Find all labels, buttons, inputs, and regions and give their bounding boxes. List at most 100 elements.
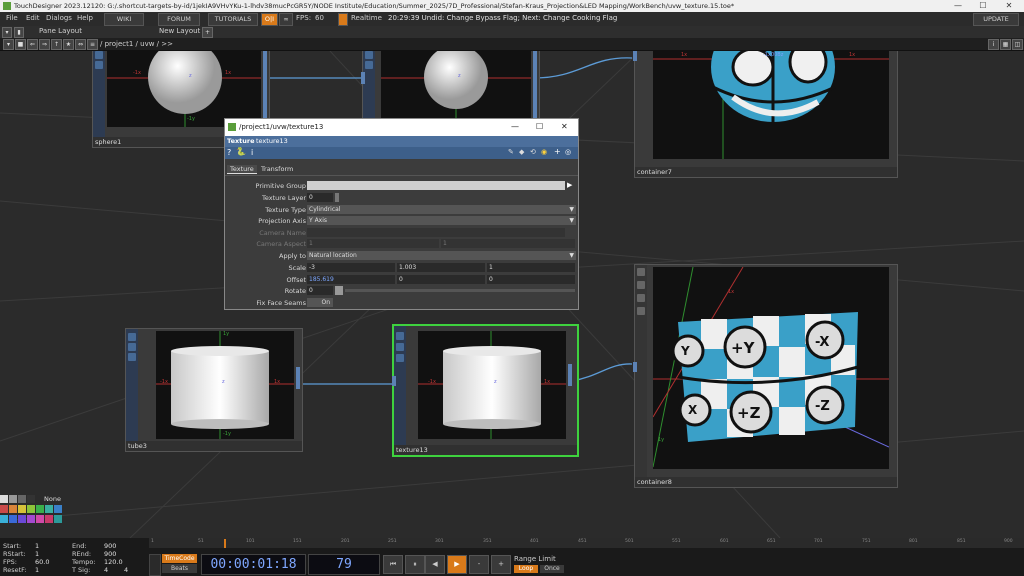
rend-value[interactable]: 900: [104, 550, 116, 558]
node-name[interactable]: container8: [637, 478, 672, 486]
reset-icon[interactable]: ⟲: [530, 148, 536, 156]
step-forward-button[interactable]: +: [491, 555, 511, 574]
output-connector[interactable]: [568, 364, 572, 386]
pane-menu-icon[interactable]: ▾: [2, 27, 12, 38]
viewer-toggle-icon[interactable]: [396, 332, 404, 340]
timeline-options-icon[interactable]: [149, 554, 161, 576]
pin-icon[interactable]: [128, 343, 136, 351]
forum-button[interactable]: FORUM: [158, 13, 200, 26]
playhead[interactable]: [224, 539, 226, 548]
split-icon[interactable]: ▮: [14, 27, 24, 38]
camera-aspect-x-field[interactable]: 1: [307, 239, 439, 248]
pane-layout-label[interactable]: Pane Layout: [39, 27, 82, 35]
scale-y-field[interactable]: 1.003: [397, 263, 485, 272]
dialog-maximize-button[interactable]: ☐: [536, 122, 543, 131]
dialog-minimize-button[interactable]: —: [511, 122, 519, 131]
info-icon[interactable]: i: [988, 39, 999, 50]
color-swatch[interactable]: [36, 505, 44, 513]
container8-viewer[interactable]: Y +Y -X X +Z -Z 1x 1y: [652, 266, 890, 469]
tube3-node[interactable]: -1x 1x z 1y -1y tube3: [125, 328, 303, 452]
maximize-button[interactable]: ☐: [972, 0, 994, 12]
tab-texture[interactable]: Texture: [227, 165, 257, 174]
add-layout-button[interactable]: +: [202, 27, 213, 38]
projection-axis-dropdown[interactable]: Y Axis ▼: [307, 216, 576, 225]
operator-name[interactable]: texture13: [256, 137, 288, 145]
list-icon[interactable]: ≡: [87, 39, 98, 50]
color-swatch[interactable]: [9, 495, 17, 503]
menu-arrow-icon[interactable]: ▶: [567, 181, 572, 189]
settings-icon[interactable]: [637, 307, 645, 315]
oi-button[interactable]: O|I: [261, 13, 278, 26]
python-icon[interactable]: ◉: [541, 148, 547, 156]
output-connector[interactable]: [533, 51, 537, 124]
output-connector[interactable]: [263, 51, 267, 124]
fix-face-seams-toggle[interactable]: On: [307, 298, 333, 307]
color-swatch[interactable]: [0, 495, 8, 503]
node-name[interactable]: tube3: [128, 442, 147, 450]
menu-edit[interactable]: Edit: [26, 14, 40, 22]
rotate-field[interactable]: 0: [307, 286, 333, 295]
input-connector[interactable]: [361, 72, 365, 84]
new-layout-label[interactable]: New Layout: [159, 27, 200, 35]
menu-dialogs[interactable]: Dialogs: [46, 14, 72, 22]
color-swatch[interactable]: [27, 495, 35, 503]
tsig-numerator[interactable]: 4: [104, 566, 108, 574]
step-back-button[interactable]: -: [469, 555, 489, 574]
container7-viewer[interactable]: 1x -1x00Bz 1x: [653, 51, 889, 159]
color-swatch[interactable]: [9, 505, 17, 513]
node-name[interactable]: sphere1: [95, 138, 121, 146]
tab-transform[interactable]: Transform: [258, 165, 296, 173]
fps-value[interactable]: 60.0: [35, 558, 49, 566]
color-swatch[interactable]: [27, 505, 35, 513]
loop-button[interactable]: Loop: [514, 565, 538, 573]
node-name[interactable]: container7: [637, 168, 672, 176]
texture-layer-field[interactable]: 0: [307, 193, 333, 202]
pane-type-icon[interactable]: ▾: [3, 39, 14, 50]
viewer-toggle-icon[interactable]: [365, 51, 373, 59]
update-button[interactable]: UPDATE: [973, 13, 1019, 26]
target-icon[interactable]: ◎: [565, 148, 571, 156]
star-icon[interactable]: ★: [63, 39, 74, 50]
close-icon[interactable]: [637, 294, 645, 302]
texture13-node[interactable]: -1x 1x z texture13: [392, 324, 579, 457]
rotate-slider-handle[interactable]: [335, 286, 343, 295]
input-connector[interactable]: [392, 376, 396, 386]
info-icon[interactable]: i: [251, 148, 253, 157]
dialog-close-button[interactable]: ✕: [561, 122, 568, 131]
color-swatch[interactable]: [9, 515, 17, 523]
pause-button[interactable]: ⏸: [405, 555, 425, 574]
forward-icon[interactable]: ⇒: [39, 39, 50, 50]
scale-x-field[interactable]: -3: [307, 263, 395, 272]
edit-icon[interactable]: ✎: [508, 148, 514, 156]
camera-aspect-y-field[interactable]: 1: [441, 239, 575, 248]
apply-to-dropdown[interactable]: Natural location ▼: [307, 251, 576, 260]
home-icon[interactable]: ■: [15, 39, 26, 50]
offset-z-field[interactable]: 0: [487, 275, 575, 284]
tube3-viewer[interactable]: -1x 1x z 1y -1y: [156, 331, 294, 439]
output-connector[interactable]: [296, 367, 300, 389]
tutorials-button[interactable]: TUTORIALS: [208, 13, 258, 26]
color-swatch[interactable]: [36, 515, 44, 523]
color-swatch[interactable]: [45, 505, 53, 513]
color-swatch[interactable]: [18, 495, 26, 503]
input-connector[interactable]: [633, 362, 637, 372]
timeline-ruler[interactable]: 1 51 101 151 201 251 301 351 401 451 501 551 601 651 7…: [149, 538, 1024, 548]
tsig-denominator[interactable]: 4: [124, 566, 128, 574]
pin-icon[interactable]: [637, 281, 645, 289]
texture-type-dropdown[interactable]: Cylindrical ▼: [307, 205, 576, 214]
camera-name-field[interactable]: [307, 228, 565, 237]
pin-icon[interactable]: [95, 61, 103, 69]
add-icon[interactable]: +: [554, 147, 561, 156]
python-icon[interactable]: 🐍: [236, 147, 246, 156]
grid-icon[interactable]: ▦: [1000, 39, 1011, 50]
time-display[interactable]: 00:00:01:18: [201, 554, 306, 575]
node-name[interactable]: texture13: [396, 446, 428, 454]
close-button[interactable]: ✕: [998, 0, 1020, 12]
pin-icon[interactable]: [396, 343, 404, 351]
offset-x-field[interactable]: 185.619: [307, 275, 395, 284]
network-path[interactable]: / project1 / uvw / >>: [100, 40, 173, 48]
display-flag-icon[interactable]: [396, 354, 404, 362]
tempo-value[interactable]: 120.0: [104, 558, 123, 566]
container8-node[interactable]: Y +Y -X X +Z -Z 1x 1y container8: [633, 264, 898, 488]
color-swatch[interactable]: [27, 515, 35, 523]
